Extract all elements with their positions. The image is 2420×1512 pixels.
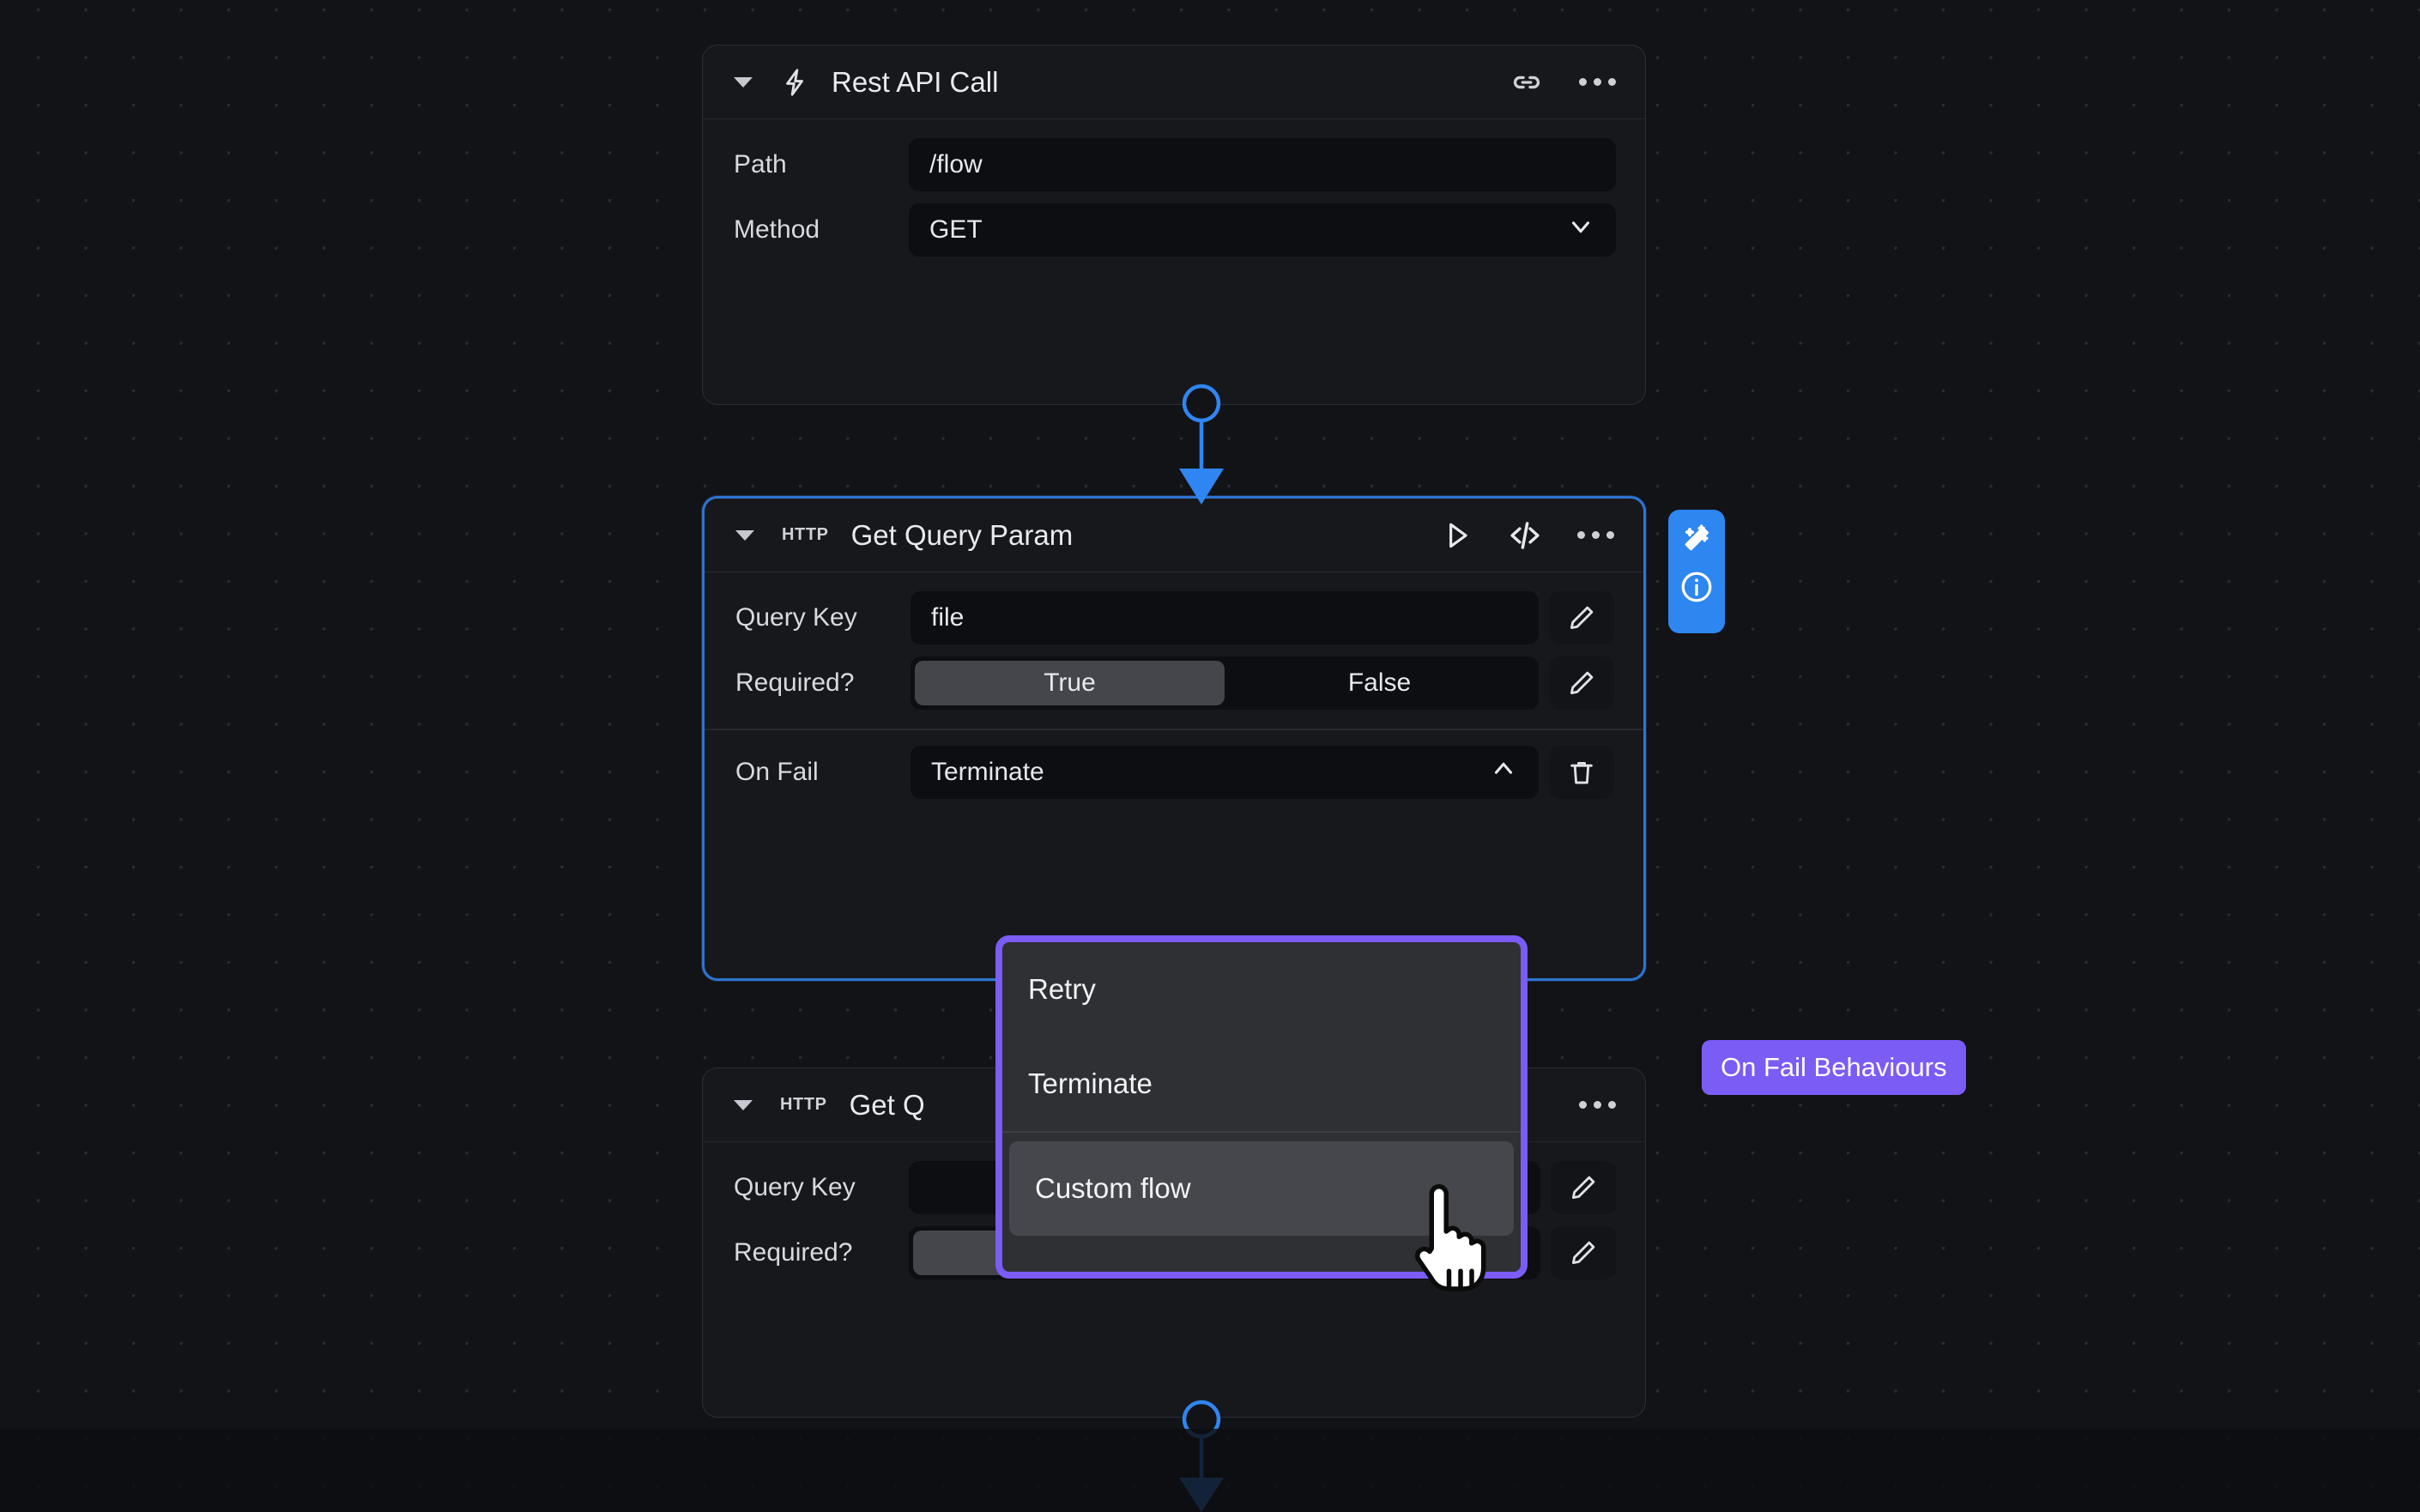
more-options-icon[interactable] [1579,78,1616,86]
path-input[interactable]: /flow [909,138,1616,191]
code-icon[interactable] [1507,517,1543,553]
on-fail-value: Terminate [931,757,1044,786]
node-header: Rest API Call [703,45,1645,119]
http-badge: HTTP [782,525,829,544]
row-label: Query Key [734,1173,856,1201]
annotation-badge-on-fail-behaviours: On Fail Behaviours [1702,1040,1966,1095]
edit-icon[interactable] [1549,656,1614,710]
divider [705,729,1643,730]
dropdown-item-retry[interactable]: Retry [1002,942,1521,1037]
connector-handle[interactable] [1182,384,1221,423]
row-method: Method GET [734,203,1616,257]
on-fail-select[interactable]: Terminate [911,745,1539,799]
node-get-query-param-1[interactable]: HTTP Get Query Param Query Key file Requ… [702,496,1646,981]
node-header: HTTP Get Query Param [705,499,1643,572]
flow-canvas[interactable]: Rest API Call Path /flow Method GET HTTP… [0,0,2420,1512]
dropdown-separator [1002,1131,1521,1133]
chevron-down-icon[interactable] [735,529,754,541]
required-option-true[interactable]: True [915,661,1225,705]
node-title: Rest API Call [832,65,999,98]
node-body: Query Key file Required? True False On F… [705,572,1643,821]
chevron-down-icon[interactable] [734,1099,753,1110]
connector-2 [1179,1400,1224,1512]
connector-arrow [1179,469,1224,505]
node-title: Get Q [849,1088,925,1121]
on-fail-dropdown-menu[interactable]: Retry Terminate Custom flow [995,935,1528,1279]
row-label: On Fail [735,757,819,786]
edit-icon[interactable] [1549,591,1614,644]
node-rest-api-call[interactable]: Rest API Call Path /flow Method GET [702,45,1646,405]
row-path: Path /flow [734,138,1616,191]
edit-icon[interactable] [1551,1161,1616,1214]
row-label: Required? [735,668,855,697]
row-label: Path [734,150,787,178]
node-body: Path /flow Method GET [703,119,1645,279]
edit-icon[interactable] [1551,1226,1616,1279]
required-option-false[interactable]: False [1225,661,1534,705]
delete-icon[interactable] [1549,745,1614,799]
required-toggle-group[interactable]: True False [911,656,1539,710]
info-icon[interactable] [1679,569,1715,609]
dropdown-item-terminate[interactable]: Terminate [1002,1037,1521,1131]
chevron-up-icon [1489,754,1518,790]
magic-wand-icon[interactable] [1679,522,1714,560]
node-title: Get Query Param [850,518,1074,551]
run-icon[interactable] [1440,519,1473,552]
row-label: Required? [734,1238,853,1267]
chevron-down-icon[interactable] [734,76,753,88]
more-options-icon[interactable] [1577,531,1614,539]
connector-1 [1179,384,1224,505]
connector-arrow [1179,1478,1224,1512]
row-query-key: Query Key file [735,591,1614,644]
method-value: GET [929,215,983,244]
http-badge: HTTP [780,1095,827,1114]
row-required: Required? True False [735,656,1614,710]
dropdown-item-custom-flow[interactable]: Custom flow [1009,1140,1514,1236]
method-select[interactable]: GET [909,203,1616,257]
lightning-bolt-icon [780,66,809,99]
row-label: Query Key [735,603,857,632]
connector-handle[interactable] [1182,1400,1221,1439]
more-options-icon[interactable] [1579,1101,1616,1109]
query-key-input[interactable]: file [911,591,1539,644]
row-label: Method [734,215,820,244]
row-on-fail: On Fail Terminate [735,745,1614,799]
link-icon[interactable] [1510,66,1543,99]
annotation-badge-label: On Fail Behaviours [1721,1052,1947,1082]
ai-side-toolbar[interactable] [1668,510,1725,633]
chevron-down-icon [1566,212,1595,248]
